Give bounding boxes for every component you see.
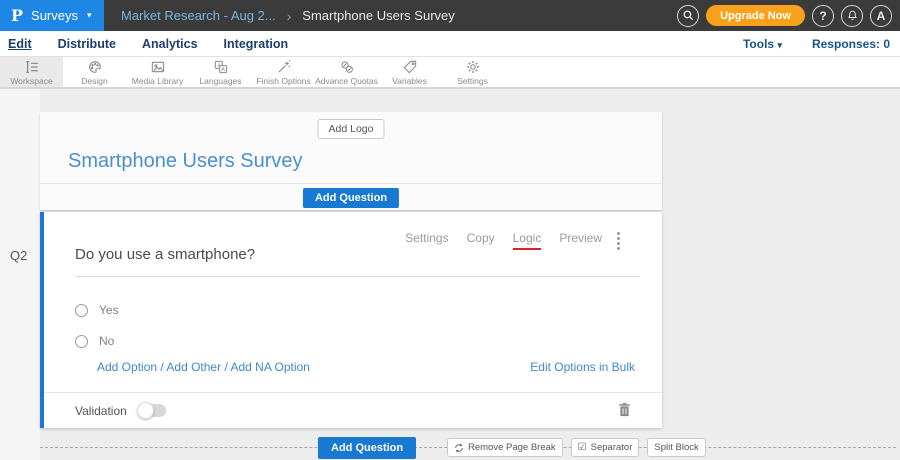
search-button[interactable] <box>677 5 699 27</box>
add-question-button-top[interactable]: Add Question <box>303 188 399 208</box>
toolbar-item-label: Workspace <box>10 76 52 86</box>
nav-right-group: Tools ▾ Responses: 0 <box>743 37 900 51</box>
toolbar-item-label: Languages <box>199 76 241 86</box>
refresh-icon <box>454 443 464 453</box>
tab-integration[interactable]: Integration <box>224 37 289 51</box>
tag-icon <box>402 59 418 75</box>
answer-option-label[interactable]: Yes <box>99 303 119 317</box>
radio-icon[interactable] <box>75 335 88 348</box>
tab-edit[interactable]: Edit <box>8 37 32 51</box>
chevron-down-icon: ▾ <box>87 10 92 21</box>
add-question-button-bottom[interactable]: Add Question <box>318 437 416 459</box>
add-other-link[interactable]: Add Other <box>166 360 221 374</box>
survey-title[interactable]: Smartphone Users Survey <box>68 150 303 173</box>
validation-row: Validation <box>44 392 662 428</box>
breadcrumb-chevron-icon: › <box>287 8 292 24</box>
question-card: Settings Copy Logic Preview Do you use a… <box>40 212 662 428</box>
bell-icon <box>846 9 859 22</box>
header-divider <box>40 183 662 184</box>
answer-option-row[interactable]: No <box>75 334 114 348</box>
help-button[interactable]: ? <box>812 5 834 27</box>
toolbar-item-label: Finish Options <box>256 76 310 86</box>
link-separator: / <box>160 360 163 374</box>
toggle-knob <box>137 402 154 419</box>
image-icon <box>150 59 166 75</box>
toolbar-item-label: Design <box>81 76 107 86</box>
product-switcher[interactable]: P Surveys ▾ <box>0 0 104 31</box>
toolbar-item-languages[interactable]: aA Languages <box>189 57 252 87</box>
page-break-tools: Remove Page Break ☑ Separator Split Bloc… <box>447 438 706 457</box>
validation-toggle[interactable] <box>139 404 166 417</box>
avatar-initial: A <box>877 9 886 23</box>
breadcrumb-current: Smartphone Users Survey <box>302 8 454 23</box>
top-navbar: P Surveys ▾ Market Research - Aug 2... ›… <box>0 0 900 31</box>
search-icon <box>682 9 695 22</box>
editor-toolbar: Workspace Design Media Library aA Langua… <box>0 57 900 89</box>
section-nav: Edit Distribute Analytics Integration To… <box>0 31 900 57</box>
answer-option-label[interactable]: No <box>99 334 114 348</box>
gear-icon <box>465 59 481 75</box>
add-logo-button[interactable]: Add Logo <box>318 119 385 139</box>
account-avatar[interactable]: A <box>870 5 892 27</box>
split-block-button[interactable]: Split Block <box>647 438 705 457</box>
add-na-option-link[interactable]: Add NA Option <box>230 360 309 374</box>
toolbar-item-finish-options[interactable]: Finish Options <box>252 57 315 87</box>
remove-page-break-button[interactable]: Remove Page Break <box>447 438 563 457</box>
breadcrumb-parent-link[interactable]: Market Research - Aug 2... <box>121 8 276 23</box>
responses-count[interactable]: Responses: 0 <box>812 37 890 51</box>
toolbar-item-advance-quotas[interactable]: Advance Quotas <box>315 57 378 87</box>
tab-distribute[interactable]: Distribute <box>58 37 116 51</box>
delete-question-button[interactable] <box>618 402 631 420</box>
validation-label: Validation <box>75 404 127 418</box>
svg-text:A: A <box>221 67 225 73</box>
question-mark-icon: ? <box>819 9 826 23</box>
toolbar-item-variables[interactable]: Variables <box>378 57 441 87</box>
linked-circles-icon <box>339 59 355 75</box>
answer-option-row[interactable]: Yes <box>75 303 119 317</box>
palette-icon <box>87 59 103 75</box>
topbar-actions: Upgrade Now ? A <box>677 5 900 27</box>
separator-button[interactable]: ☑ Separator <box>571 438 640 457</box>
checkbox-checked-icon: ☑ <box>578 443 587 453</box>
toolbar-item-settings[interactable]: Settings <box>441 57 504 87</box>
question-code: Q2 <box>10 248 27 263</box>
product-name: Surveys <box>31 8 78 23</box>
toolbar-item-design[interactable]: Design <box>63 57 126 87</box>
toolbar-item-label: Media Library <box>132 76 184 86</box>
question-code-gutter <box>0 89 40 460</box>
option-links: Add Option / Add Other / Add NA Option <box>97 360 310 374</box>
add-option-link[interactable]: Add Option <box>97 360 157 374</box>
toolbar-item-label: Settings <box>457 76 488 86</box>
workspace-icon <box>24 59 40 75</box>
trash-icon <box>618 402 631 417</box>
magic-wand-icon <box>276 59 292 75</box>
radio-icon[interactable] <box>75 304 88 317</box>
toolbar-item-media-library[interactable]: Media Library <box>126 57 189 87</box>
question-text-input[interactable]: Do you use a smartphone? <box>75 246 640 277</box>
chevron-down-icon: ▾ <box>777 40 782 50</box>
app-window: P Surveys ▾ Market Research - Aug 2... ›… <box>0 0 900 460</box>
breadcrumb: Market Research - Aug 2... › Smartphone … <box>121 8 455 24</box>
notifications-button[interactable] <box>841 5 863 27</box>
edit-options-in-bulk-link[interactable]: Edit Options in Bulk <box>530 360 635 374</box>
tab-analytics[interactable]: Analytics <box>142 37 198 51</box>
upgrade-now-button[interactable]: Upgrade Now <box>706 5 805 26</box>
toolbar-item-label: Variables <box>392 76 427 86</box>
translate-icon: aA <box>213 59 229 75</box>
link-separator: / <box>224 360 227 374</box>
toolbar-item-label: Advance Quotas <box>315 76 378 86</box>
questionpro-logo-icon: P <box>11 6 23 25</box>
tools-menu[interactable]: Tools ▾ <box>743 37 782 51</box>
survey-header-card: Add Logo Smartphone Users Survey Add Que… <box>40 112 662 210</box>
toolbar-item-workspace[interactable]: Workspace <box>0 57 63 87</box>
